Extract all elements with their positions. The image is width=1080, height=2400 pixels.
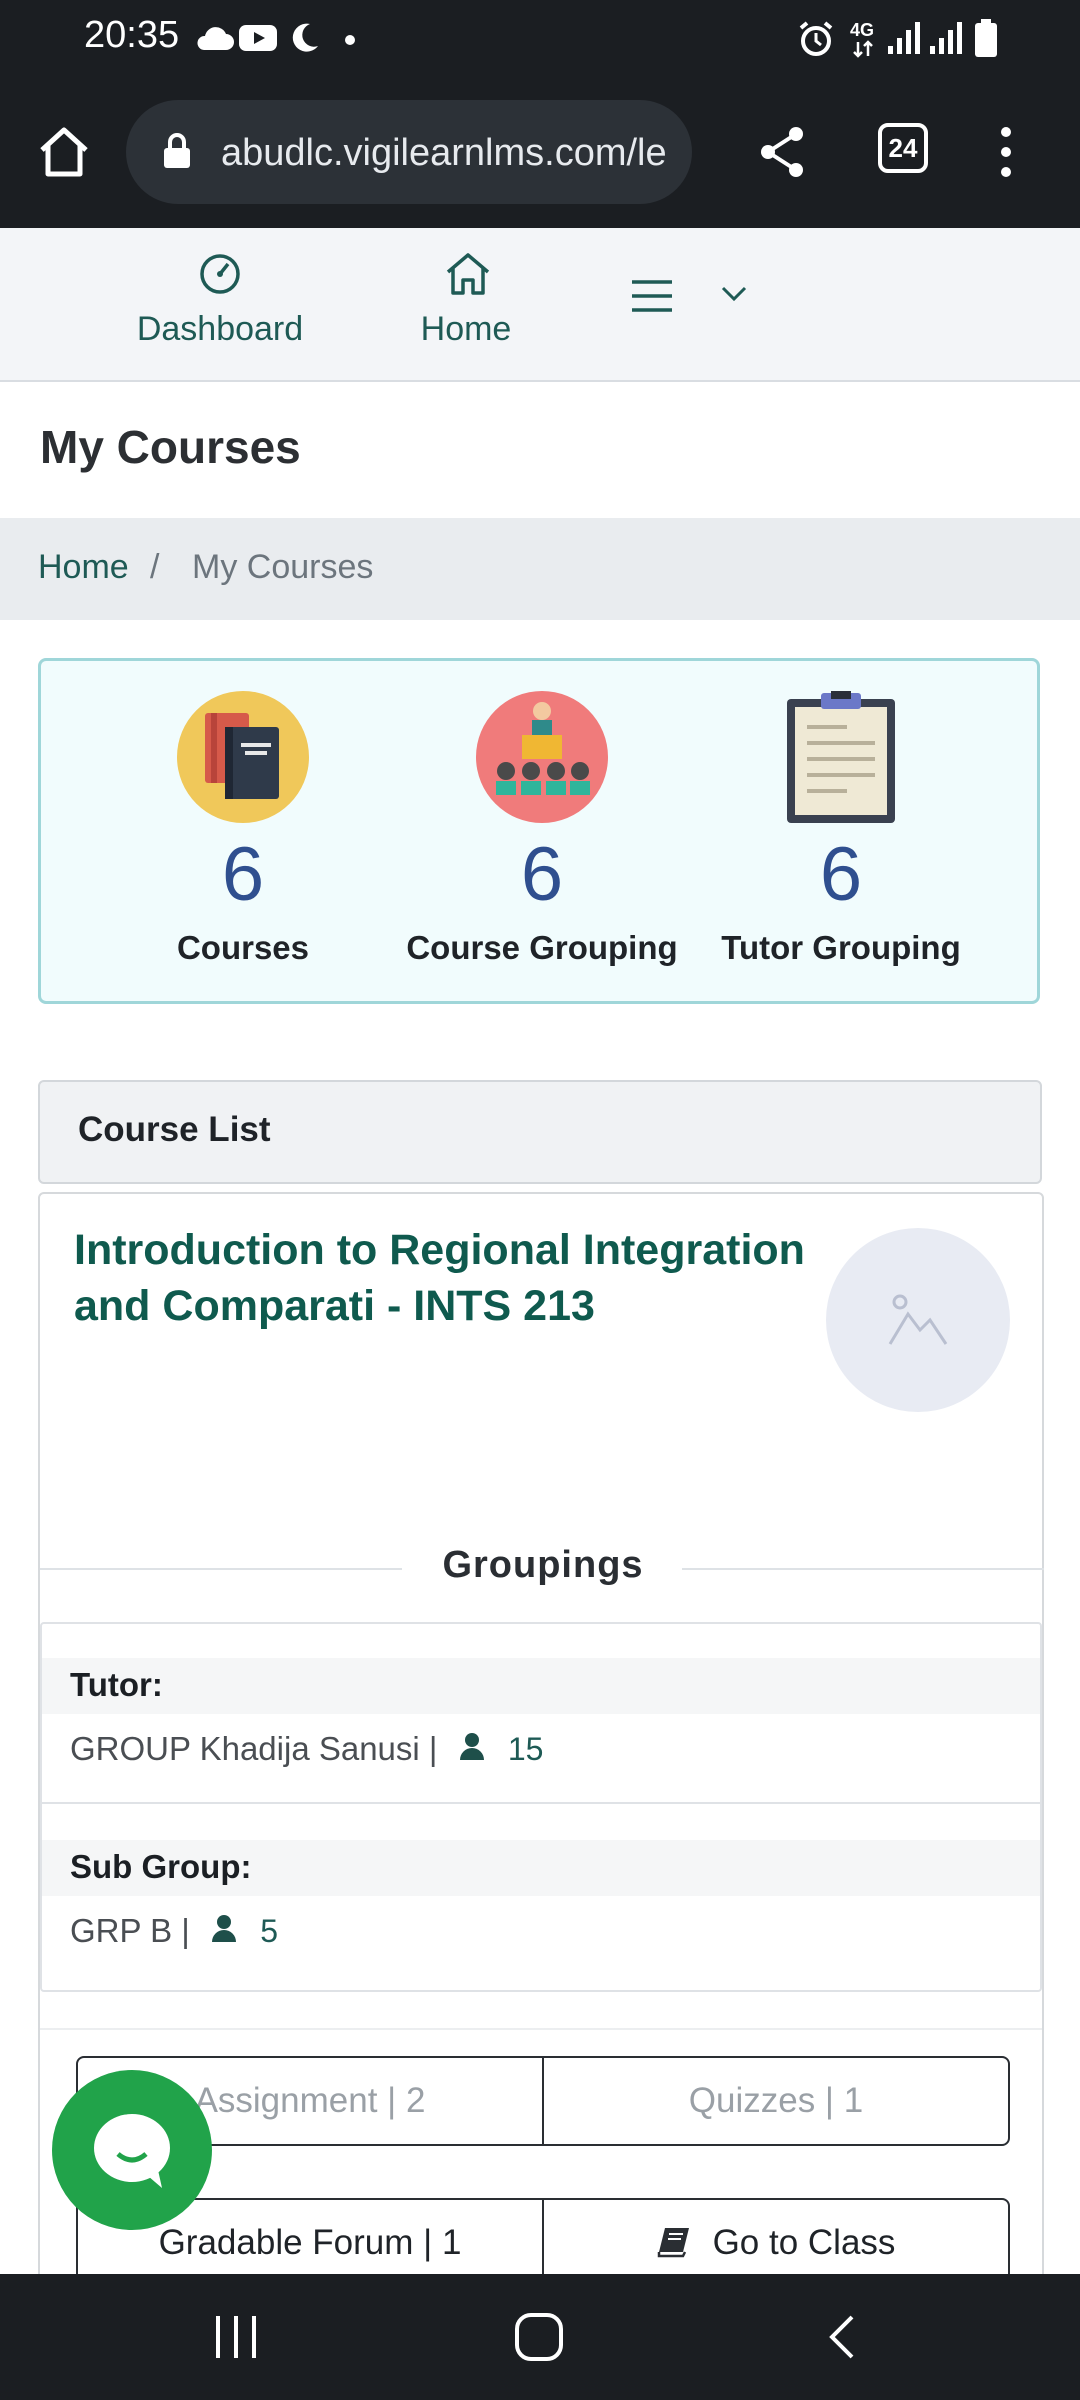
breadcrumb-current: My Courses bbox=[192, 548, 374, 586]
dot-icon bbox=[345, 35, 355, 45]
subgroup-label: Sub Group: bbox=[70, 1848, 252, 1885]
books-icon bbox=[177, 691, 309, 823]
status-bar: 20:35 4G bbox=[0, 0, 1080, 80]
stat-courses-label: Courses bbox=[176, 929, 310, 966]
course-list-header: Course List bbox=[38, 1080, 1042, 1184]
subgroup-header: Sub Group: bbox=[42, 1840, 1040, 1896]
stat-tutor-grouping-value: 6 bbox=[819, 832, 863, 917]
user-icon bbox=[212, 1915, 237, 1942]
stat-tutor-grouping[interactable]: 6 Tutor Grouping bbox=[691, 661, 991, 1007]
stat-course-grouping-value: 6 bbox=[520, 832, 564, 917]
clipboard-icon bbox=[787, 691, 895, 823]
breadcrumb-home[interactable]: Home bbox=[38, 548, 129, 587]
user-icon bbox=[459, 1733, 484, 1760]
url-bar[interactable]: abudlc.vigilearnlms.com/le bbox=[126, 100, 692, 204]
course-list-title: Course List bbox=[78, 1110, 271, 1149]
signal-icon bbox=[888, 22, 920, 54]
book-icon bbox=[657, 2228, 689, 2258]
lock-icon bbox=[164, 133, 190, 168]
moon-icon bbox=[292, 23, 318, 52]
subgroup-count: 5 bbox=[260, 1913, 278, 1949]
data-arrows-icon bbox=[853, 40, 873, 58]
chat-button[interactable] bbox=[52, 2070, 212, 2230]
network-type: 4G bbox=[850, 20, 875, 40]
stat-courses-value: 6 bbox=[221, 832, 265, 917]
page-title: My Courses bbox=[40, 421, 301, 473]
groupings-label: Groupings bbox=[442, 1544, 644, 1586]
groupings-row-divider bbox=[42, 1802, 1040, 1804]
share-icon[interactable] bbox=[758, 124, 806, 180]
tutor-header: Tutor: bbox=[42, 1658, 1040, 1714]
course-thumbnail bbox=[826, 1228, 1010, 1412]
stat-course-grouping[interactable]: 6 Course Grouping bbox=[392, 661, 692, 1007]
app-nav: Dashboard Home bbox=[0, 228, 1080, 382]
quizzes-button[interactable]: Quizzes | 1 bbox=[542, 2056, 1010, 2146]
presenter-group-icon bbox=[476, 691, 608, 823]
nav-dashboard[interactable]: Dashboard bbox=[100, 238, 340, 368]
more-menu-icon[interactable] bbox=[994, 124, 1018, 180]
go-to-class-label: Go to Class bbox=[712, 2223, 896, 2262]
recent-apps-icon[interactable] bbox=[214, 2314, 258, 2360]
dashboard-gauge-icon bbox=[200, 254, 240, 294]
tutor-value: GROUP Khadija Sanusi | bbox=[70, 1730, 438, 1767]
url-text: abudlc.vigilearnlms.com/le bbox=[221, 132, 667, 174]
subgroup-value: GRP B | bbox=[70, 1912, 190, 1949]
chevron-down-icon[interactable] bbox=[720, 284, 748, 304]
nav-home-label: Home bbox=[420, 310, 512, 348]
status-time: 20:35 bbox=[84, 14, 180, 56]
subgroup-row: GRP B | 5 bbox=[70, 1912, 278, 1950]
nav-dashboard-label: Dashboard bbox=[136, 310, 304, 348]
nav-home[interactable]: Home bbox=[386, 238, 546, 368]
battery-icon bbox=[975, 19, 997, 57]
browser-toolbar: abudlc.vigilearnlms.com/le 24 bbox=[0, 80, 1080, 228]
stat-tutor-grouping-label: Tutor Grouping bbox=[721, 929, 961, 966]
house-icon bbox=[446, 253, 490, 295]
alarm-icon bbox=[799, 21, 833, 56]
system-nav-bar bbox=[0, 2274, 1080, 2400]
groupings-box: Tutor: GROUP Khadija Sanusi | 15 Sub Gro… bbox=[40, 1622, 1042, 1992]
tab-switcher-button[interactable]: 24 bbox=[878, 123, 928, 173]
tutor-label: Tutor: bbox=[70, 1666, 163, 1703]
signal-icon-2 bbox=[930, 22, 962, 54]
image-placeholder-icon bbox=[888, 1294, 948, 1345]
buttons-divider bbox=[40, 2028, 1042, 2030]
stats-card: 6 Courses 6 Course Grouping 6 Tutor Grou… bbox=[38, 658, 1040, 1004]
youtube-icon bbox=[239, 25, 277, 51]
chat-icon bbox=[94, 2114, 170, 2188]
course-title[interactable]: Introduction to Regional Integration and… bbox=[74, 1222, 814, 1334]
stat-course-grouping-label: Course Grouping bbox=[406, 929, 678, 966]
cloud-icon bbox=[197, 27, 234, 50]
breadcrumb-separator: / bbox=[150, 548, 160, 586]
stat-courses[interactable]: 6 Courses bbox=[93, 661, 393, 1007]
back-icon[interactable] bbox=[826, 2314, 856, 2360]
hamburger-menu-icon[interactable] bbox=[630, 278, 674, 314]
tutor-row: GROUP Khadija Sanusi | 15 bbox=[70, 1730, 543, 1768]
breadcrumb: Home / My Courses bbox=[0, 518, 1080, 620]
home-nav-icon[interactable] bbox=[514, 2312, 564, 2362]
home-icon[interactable] bbox=[36, 124, 92, 180]
tutor-count: 15 bbox=[507, 1731, 544, 1767]
